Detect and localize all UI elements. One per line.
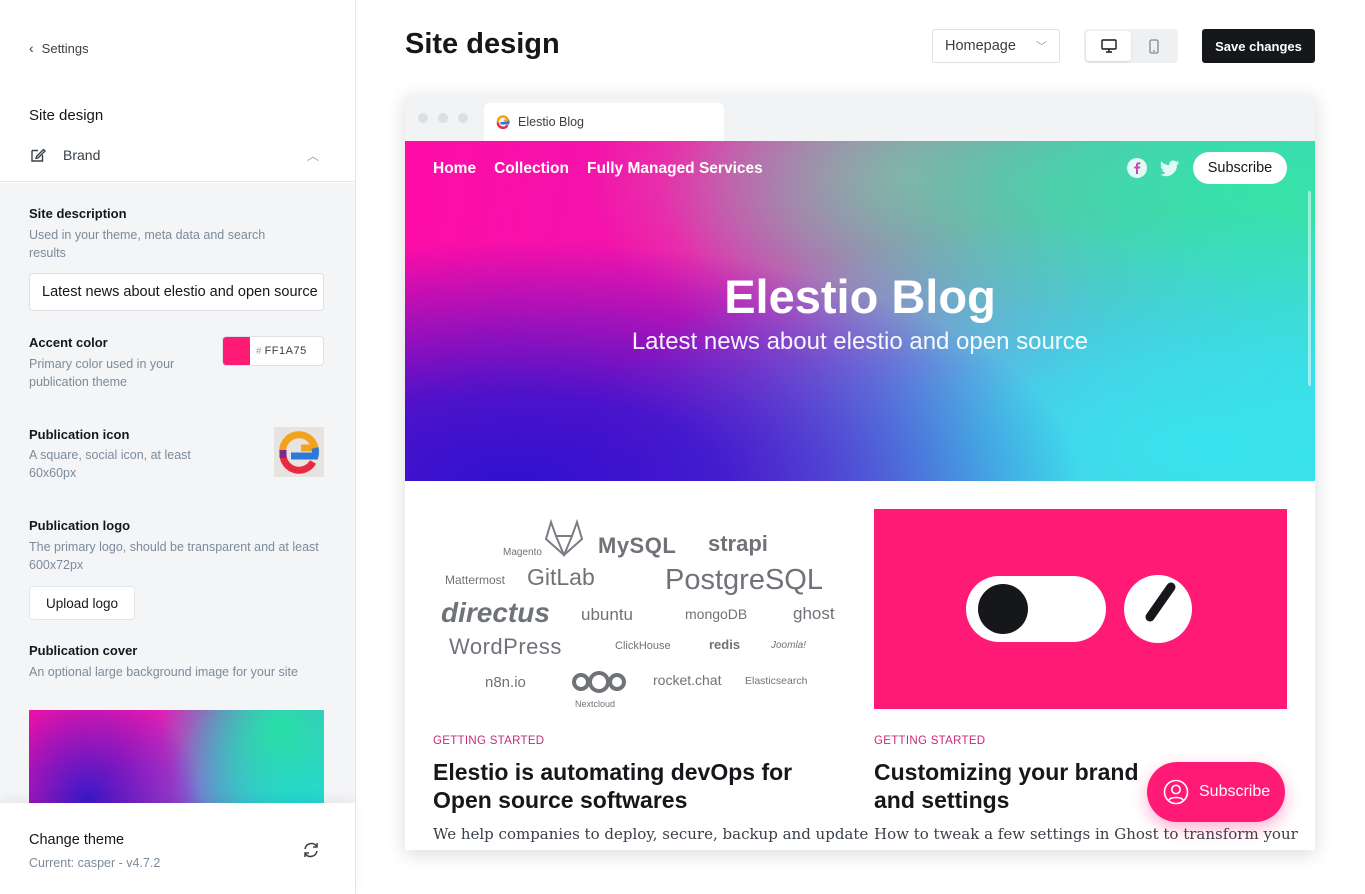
- site-description-help: Used in your theme, meta data and search…: [29, 228, 266, 260]
- post-excerpt: How to tweak a few settings in Ghost to …: [874, 825, 1298, 843]
- edit-icon: [31, 148, 46, 162]
- site-description-input[interactable]: Latest news about elestio and open sourc…: [29, 273, 324, 311]
- n8n-logo: n8n.io: [485, 674, 526, 691]
- brand-section-toggle[interactable]: Brand ︿: [29, 146, 319, 164]
- accent-color-title: Accent color: [29, 335, 108, 350]
- post-image-logo-wall[interactable]: Magento MySQL strapi Mattermost GitLab P…: [433, 509, 846, 709]
- post-tag[interactable]: GETTING STARTED: [874, 735, 985, 747]
- publication-logo-help: The primary logo, should be transparent …: [29, 540, 319, 572]
- browser-tab: Elestio Blog: [484, 103, 724, 141]
- accent-color-input[interactable]: # FF1A75: [222, 336, 324, 366]
- chevron-down-icon: ﹀: [1036, 41, 1047, 53]
- portal-subscribe-button[interactable]: Subscribe: [1147, 762, 1285, 822]
- desktop-icon: [1100, 39, 1117, 53]
- brand-settings-panel: Site description Used in your theme, met…: [0, 183, 355, 803]
- site-preview-frame: Elestio Blog Home Collection Fully Manag…: [405, 95, 1315, 850]
- publication-cover-title: Publication cover: [29, 643, 138, 658]
- mattermost-logo: Mattermost: [445, 573, 506, 587]
- clickhouse-logo: ClickHouse: [615, 640, 671, 652]
- refresh-icon[interactable]: [301, 840, 321, 860]
- accent-color-help: Primary color used in your publication t…: [29, 357, 175, 389]
- magento-logo: Magento: [503, 547, 542, 558]
- user-circle-icon: [1163, 779, 1189, 805]
- elestio-favicon-icon: [496, 115, 510, 129]
- gitlab-logo: GitLab: [527, 564, 595, 590]
- preview-page-select[interactable]: Homepage ﹀: [932, 29, 1060, 63]
- post-excerpt: We help companies to deploy, secure, bac…: [433, 825, 869, 843]
- device-toggle: [1084, 29, 1178, 63]
- back-label: Settings: [41, 40, 89, 56]
- window-dot: [418, 113, 428, 123]
- postgresql-logo: PostgreSQL: [665, 564, 823, 596]
- browser-chrome: Elestio Blog: [405, 95, 1315, 141]
- post-title[interactable]: Elestio is automating devOps for Open so…: [433, 758, 813, 814]
- twitter-icon[interactable]: [1159, 158, 1181, 178]
- site-description: Latest news about elestio and open sourc…: [631, 328, 1089, 355]
- post-title[interactable]: Customizing your brand and settings: [874, 758, 1174, 814]
- mysql-logo: MySQL: [598, 533, 677, 558]
- publication-icon-help: A square, social icon, at least 60x60px: [29, 448, 191, 480]
- back-to-settings-link[interactable]: ‹ Settings: [29, 40, 89, 56]
- current-theme-label: Current: casper - v4.7.2: [29, 856, 161, 870]
- toggle-illustration-icon: [966, 575, 1192, 643]
- nav-item-home[interactable]: Home: [433, 160, 476, 178]
- nav-item-fully-managed-services[interactable]: Fully Managed Services: [587, 160, 763, 178]
- directus-logo: directus: [441, 597, 550, 628]
- change-theme-footer[interactable]: Change theme Current: casper - v4.7.2: [0, 803, 355, 894]
- color-hash: #: [256, 345, 262, 357]
- nav-item-collection[interactable]: Collection: [494, 160, 569, 178]
- color-hex-value: FF1A75: [264, 345, 307, 357]
- brand-label: Brand: [63, 147, 101, 163]
- strapi-logo: strapi: [708, 531, 768, 556]
- change-theme-title: Change theme: [29, 832, 125, 848]
- desktop-preview-button[interactable]: [1086, 31, 1131, 61]
- publication-icon-title: Publication icon: [29, 427, 130, 442]
- post-image-toggle-illustration[interactable]: [874, 509, 1287, 709]
- publication-cover-image[interactable]: [29, 710, 324, 803]
- color-swatch[interactable]: [223, 337, 250, 365]
- wordpress-logo: WordPress: [449, 634, 562, 659]
- post-tag[interactable]: GETTING STARTED: [433, 735, 544, 747]
- ubuntu-logo: ubuntu: [581, 605, 633, 624]
- redis-logo: redis: [709, 637, 741, 652]
- hero-subscribe-button[interactable]: Subscribe: [1193, 152, 1287, 184]
- browser-tab-title: Elestio Blog: [518, 115, 585, 129]
- site-hero: Home Collection Fully Managed Services S…: [405, 141, 1315, 481]
- facebook-icon[interactable]: [1127, 158, 1147, 178]
- gitlab-fox-icon: [544, 519, 584, 557]
- site-nav: Home Collection Fully Managed Services: [433, 160, 763, 178]
- page-title: Site design: [405, 28, 560, 60]
- window-dot: [458, 113, 468, 123]
- portal-subscribe-label: Subscribe: [1199, 783, 1271, 800]
- preview-page-value: Homepage: [945, 38, 1016, 54]
- window-dot: [438, 113, 448, 123]
- settings-sidebar: ‹ Settings Site design Brand ︿ Site desc…: [0, 0, 356, 894]
- sidebar-header: ‹ Settings Site design Brand ︿: [0, 0, 355, 182]
- sidebar-section-title: Site design: [29, 107, 104, 124]
- ghost-logo: ghost: [793, 604, 835, 623]
- elasticsearch-logo: Elasticsearch: [745, 675, 808, 687]
- upload-logo-button[interactable]: Upload logo: [29, 586, 135, 620]
- nextcloud-rings-icon: [572, 671, 626, 693]
- joomla-logo: Joomla!: [771, 640, 807, 651]
- nextcloud-logo: Nextcloud: [575, 699, 616, 709]
- chevron-left-icon: ‹: [29, 40, 34, 56]
- save-changes-button[interactable]: Save changes: [1202, 29, 1315, 63]
- rocketchat-logo: rocket.chat: [653, 672, 722, 688]
- site-description-title: Site description: [29, 206, 127, 221]
- mobile-preview-button[interactable]: [1131, 31, 1176, 61]
- mongodb-logo: mongoDB: [685, 606, 748, 622]
- chevron-up-icon: ︿: [306, 148, 319, 163]
- publication-logo-title: Publication logo: [29, 518, 131, 533]
- publication-icon-image[interactable]: [274, 427, 324, 477]
- social-links: [1127, 158, 1181, 178]
- site-title: Elestio Blog: [724, 270, 996, 323]
- mobile-icon: [1148, 38, 1159, 54]
- elestio-logo-icon: [279, 431, 320, 474]
- publication-cover-help: An optional large background image for y…: [29, 665, 298, 679]
